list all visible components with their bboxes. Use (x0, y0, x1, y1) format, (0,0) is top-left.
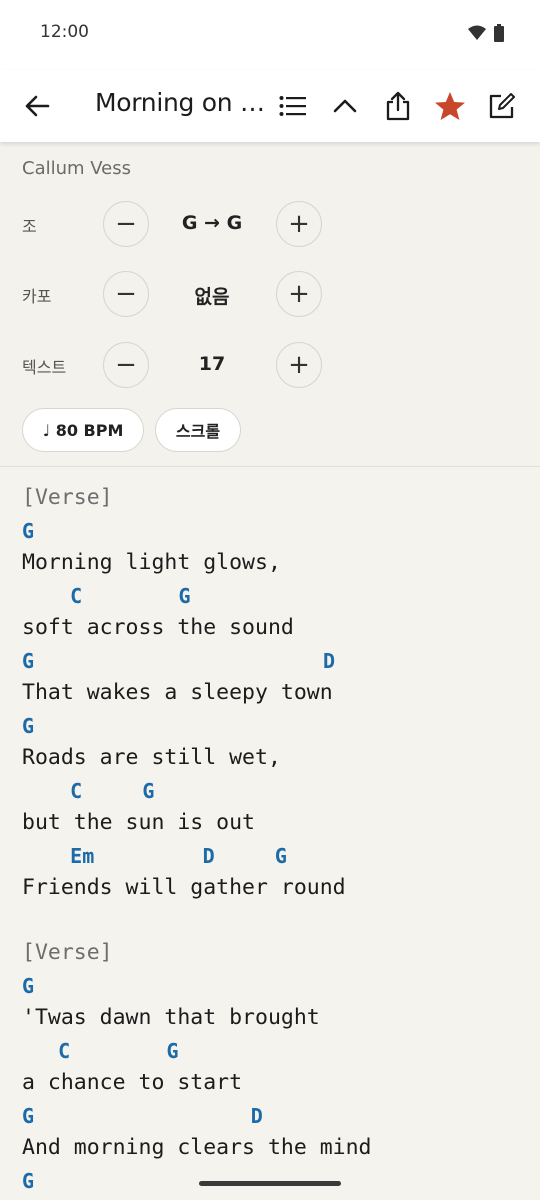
chord-line: G (22, 973, 35, 998)
chord-line: G (22, 518, 35, 543)
chord-line: C G (22, 583, 191, 608)
capo-decrease-button[interactable]: − (103, 271, 149, 317)
key-decrease-button[interactable]: − (103, 201, 149, 247)
share-icon (386, 91, 410, 121)
status-time: 12:00 (40, 22, 89, 42)
autoscroll-button[interactable]: 스크롤 (155, 408, 241, 452)
text-size-increase-button[interactable]: + (276, 342, 322, 388)
text-size-row: 텍스트 − 17 + (0, 342, 540, 390)
collapse-controls-button[interactable] (321, 82, 369, 130)
capo-value: 없음 (194, 286, 230, 308)
page-title: Morning on the Quiet Hill (95, 88, 270, 117)
back-button[interactable] (13, 82, 61, 130)
battery-icon (494, 24, 504, 46)
text-size-label: 텍스트 (22, 358, 67, 377)
edit-button[interactable] (478, 82, 526, 130)
chord-sheet: [Verse] G Morning light glows, C G soft acr… (22, 482, 532, 1197)
home-indicator[interactable] (199, 1181, 341, 1186)
status-bar: 12:00 (0, 0, 540, 70)
arrow-back-icon (25, 95, 50, 117)
lyric-line: a chance to start (22, 1070, 243, 1095)
bpm-button[interactable]: ♩ 80 BPM (22, 408, 144, 452)
capo-increase-button[interactable]: + (276, 271, 322, 317)
capo-label: 카포 (22, 287, 52, 306)
lyric-line: Roads are still wet, (22, 745, 281, 770)
key-label: 조 (22, 217, 37, 236)
lyric-line: but the sun is out (22, 810, 255, 835)
minus-icon: − (115, 350, 137, 380)
chord-line: C G (22, 778, 155, 803)
chord-line: C G (22, 1038, 179, 1063)
key-row: 조 − G → G + (0, 201, 540, 249)
share-button[interactable] (374, 82, 422, 130)
key-value: G → G (181, 212, 243, 234)
plus-icon: + (288, 209, 310, 239)
minus-icon: − (115, 209, 137, 239)
text-size-decrease-button[interactable]: − (103, 342, 149, 388)
chord-line: G (22, 713, 35, 738)
favorite-button[interactable] (426, 82, 474, 130)
wifi-icon (468, 25, 486, 45)
lyric-line: And morning clears the mind (22, 1135, 372, 1160)
lyric-line: Friends will gather round (22, 875, 346, 900)
edit-icon (489, 93, 515, 119)
chevron-up-icon (333, 99, 357, 113)
lyric-line: That wakes a sleepy town (22, 680, 333, 705)
key-increase-button[interactable]: + (276, 201, 322, 247)
list-icon (279, 96, 306, 116)
section-header: [Verse] (22, 940, 113, 965)
lyric-line: 'Twas dawn that brought (22, 1005, 320, 1030)
artist-name: Callum Vess (22, 158, 132, 179)
section-header: [Verse] (22, 485, 113, 510)
star-icon (435, 92, 465, 120)
plus-icon: + (288, 279, 310, 309)
minus-icon: − (115, 279, 137, 309)
chord-line: G D (22, 1103, 263, 1128)
sections-list-button[interactable] (269, 82, 317, 130)
chord-line: Em D G (22, 843, 287, 868)
status-icons (468, 24, 504, 46)
capo-row: 카포 − 없음 + (0, 271, 540, 319)
lyric-line: soft across the sound (22, 615, 294, 640)
plus-icon: + (288, 350, 310, 380)
text-size-value: 17 (198, 353, 226, 375)
app-bar: Morning on the Quiet Hill (0, 70, 540, 142)
lyric-line: Morning light glows, (22, 550, 281, 575)
controls-panel: Callum Vess 조 − G → G + 카포 − 없음 + 텍스트 − … (0, 142, 540, 467)
chord-line: G D (22, 648, 336, 673)
